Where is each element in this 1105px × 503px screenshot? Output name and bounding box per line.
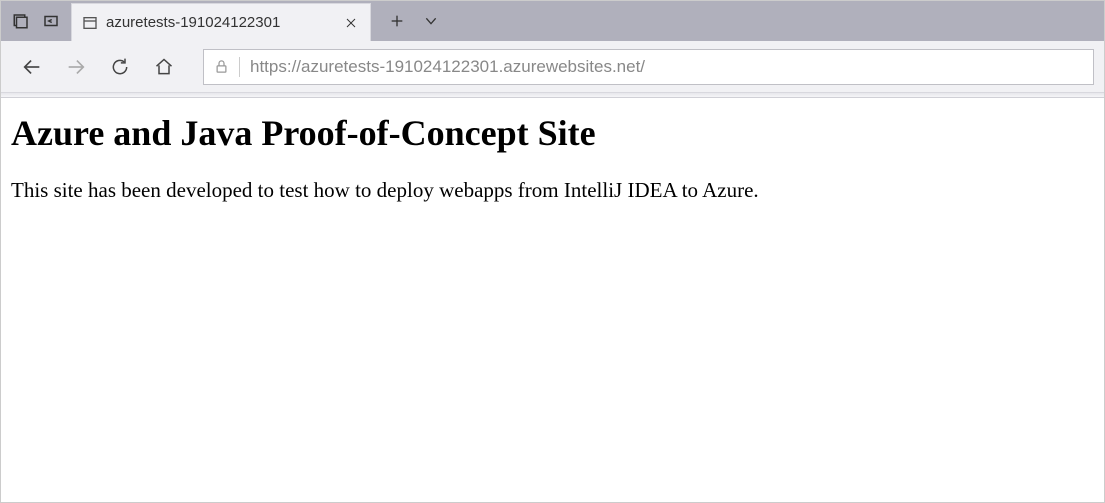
toolbar: https://azuretests-191024122301.azureweb… [1,41,1104,93]
tab-bar-right-controls [371,1,443,41]
back-button[interactable] [11,46,53,88]
forward-button [55,46,97,88]
tab-bar-left-controls [1,1,71,41]
address-separator [239,57,240,77]
tab-bar: azuretests-191024122301 [1,1,1104,41]
lock-icon [214,59,229,74]
page-heading: Azure and Java Proof-of-Concept Site [11,112,1094,154]
refresh-button[interactable] [99,46,141,88]
address-url: https://azuretests-191024122301.azureweb… [250,57,645,77]
page-icon [82,15,98,31]
set-tabs-aside-icon[interactable] [9,9,33,33]
page-content: Azure and Java Proof-of-Concept Site Thi… [1,98,1104,218]
new-tab-icon[interactable] [385,9,409,33]
page-body-text: This site has been developed to test how… [11,176,1094,204]
close-icon[interactable] [342,14,360,32]
tab-actions-icon[interactable] [419,9,443,33]
tab-title: azuretests-191024122301 [106,14,334,31]
home-button[interactable] [143,46,185,88]
address-bar[interactable]: https://azuretests-191024122301.azureweb… [203,49,1094,85]
tab-active[interactable]: azuretests-191024122301 [71,3,371,41]
show-tabs-aside-icon[interactable] [39,9,63,33]
